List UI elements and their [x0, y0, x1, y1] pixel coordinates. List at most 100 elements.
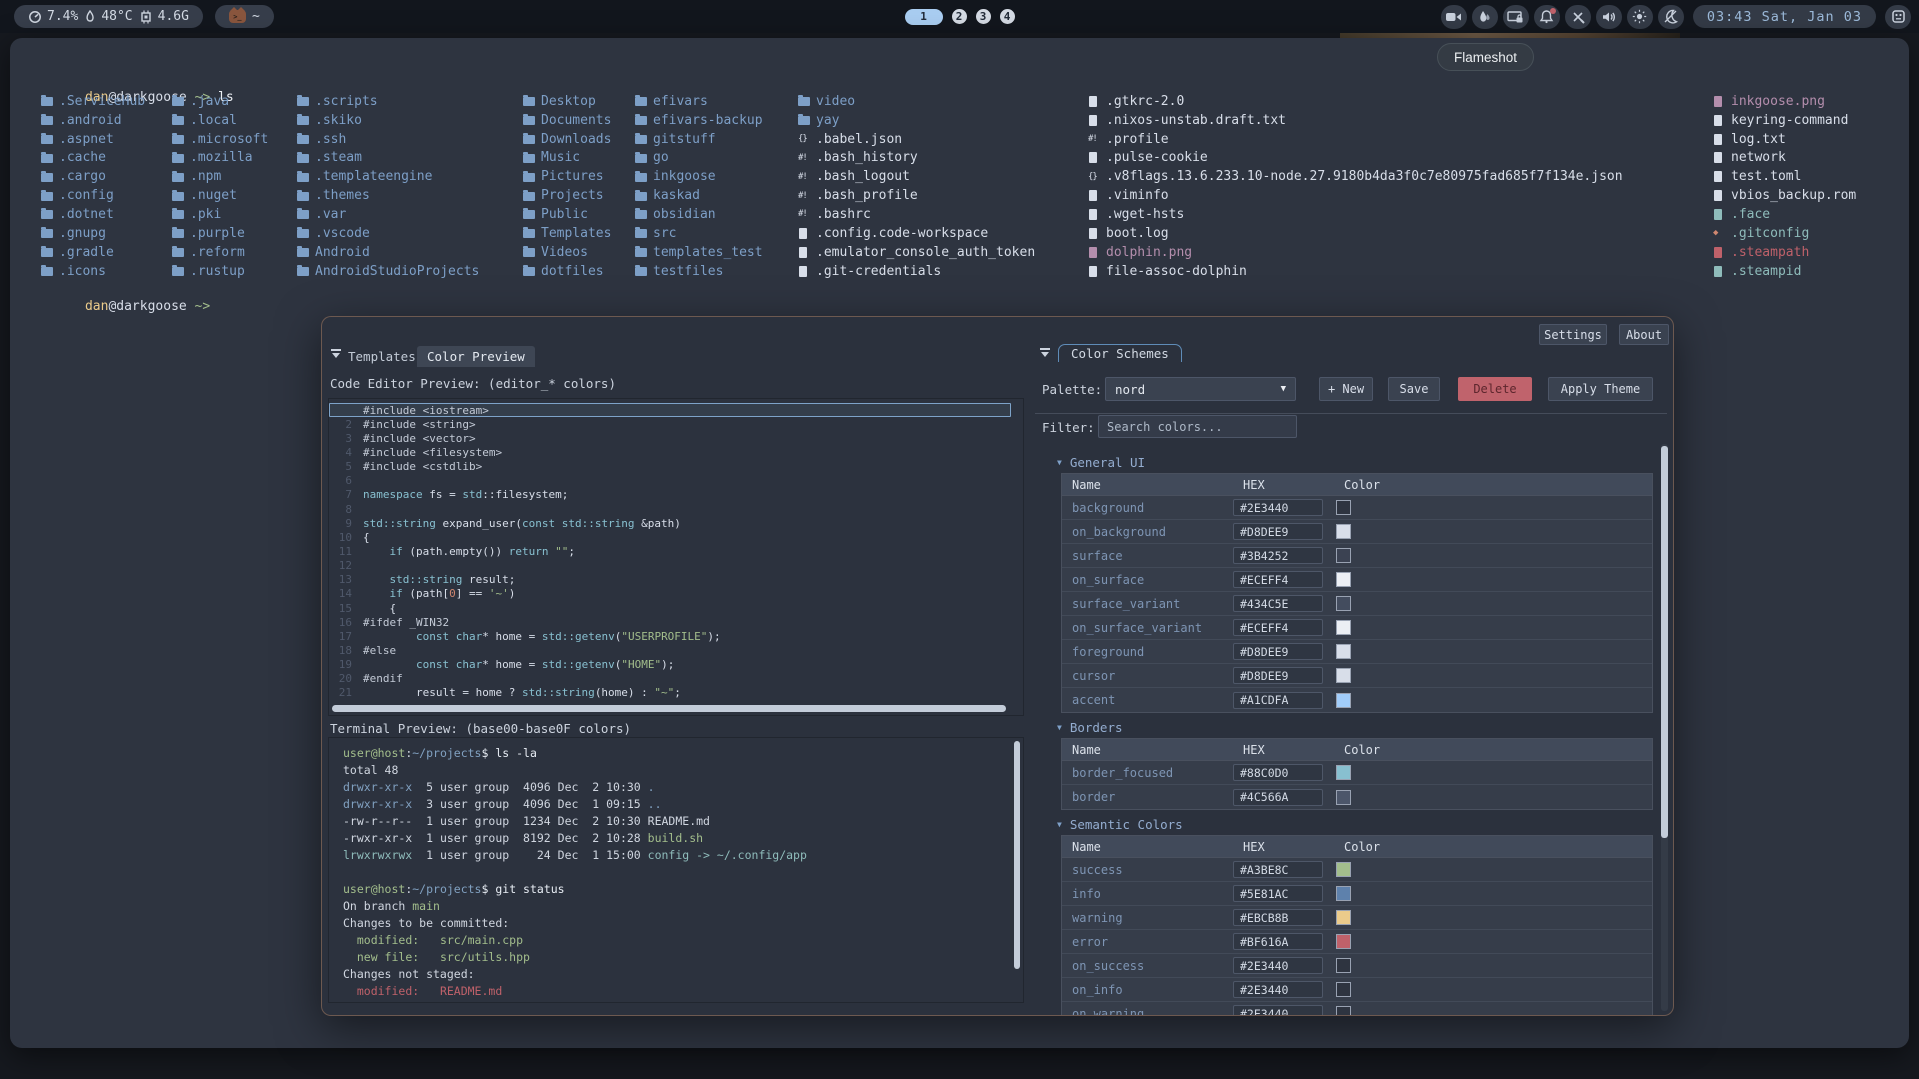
hex-value-field[interactable]: #A3BE8C	[1233, 861, 1323, 878]
folder-icon	[635, 135, 647, 144]
save-button[interactable]: Save	[1388, 377, 1440, 401]
line-number: 15	[329, 602, 363, 615]
color-swatch[interactable]	[1336, 765, 1351, 780]
hex-value-field[interactable]: #2E3440	[1233, 499, 1323, 516]
hex-value-field[interactable]: #ECEFF4	[1233, 571, 1323, 588]
delete-button[interactable]: Delete	[1458, 377, 1532, 401]
section-title-text: Semantic Colors	[1070, 817, 1183, 832]
dir-entry: .scripts	[297, 92, 479, 111]
color-swatch[interactable]	[1336, 668, 1351, 683]
color-swatch[interactable]	[1336, 934, 1351, 949]
color-swatch[interactable]	[1336, 790, 1351, 805]
hex-value-field[interactable]: #2E3440	[1233, 1005, 1323, 1016]
color-swatch[interactable]	[1336, 862, 1351, 877]
workspace-3[interactable]: 3	[976, 9, 991, 24]
line-number: 21	[329, 686, 363, 699]
color-swatch[interactable]	[1336, 1006, 1351, 1016]
terminal-token: Changes to be committed:	[343, 916, 509, 930]
section-title[interactable]: ▼Borders	[1057, 719, 1655, 735]
dir-entry: Desktop	[523, 92, 611, 111]
color-row: border_focused#88C0D0	[1062, 761, 1652, 785]
terminal-preview[interactable]: user@host:~/projects$ ls -latotal 48drwx…	[328, 737, 1024, 1003]
color-schemes-header[interactable]: Color Schemes	[1058, 344, 1182, 362]
tray-app-icon[interactable]	[1885, 5, 1911, 29]
hex-value-field[interactable]: #5E81AC	[1233, 885, 1323, 902]
hex-value-field[interactable]: #2E3440	[1233, 957, 1323, 974]
color-swatch[interactable]	[1336, 620, 1351, 635]
night-light-icon[interactable]	[1658, 5, 1684, 29]
tab-templates[interactable]: Templates	[348, 346, 416, 367]
terminal-token: Changes not staged:	[343, 967, 475, 981]
hex-value-field[interactable]: #D8DEE9	[1233, 667, 1323, 684]
code-line: 2#include <string>	[329, 417, 1023, 431]
color-swatch[interactable]	[1336, 644, 1351, 659]
workspace-1[interactable]: 1	[905, 9, 943, 25]
scrollbar-thumb[interactable]	[1661, 446, 1668, 838]
folder-icon	[41, 173, 53, 182]
tab-color-preview[interactable]: Color Preview	[417, 346, 535, 367]
file-icon	[1089, 266, 1097, 277]
workspace-4[interactable]: 4	[1000, 9, 1015, 24]
search-colors-input[interactable]	[1098, 415, 1297, 438]
hex-value-field[interactable]: #D8DEE9	[1233, 523, 1323, 540]
chevron-down-icon: ▼	[1281, 384, 1286, 394]
pointer-disabled-icon[interactable]	[1565, 5, 1591, 29]
hex-value-field[interactable]: #3B4252	[1233, 547, 1323, 564]
code-token: std	[462, 488, 482, 501]
color-swatch[interactable]	[1336, 548, 1351, 563]
palette-dropdown[interactable]: nord ▼	[1105, 377, 1296, 401]
color-swatch[interactable]	[1336, 886, 1351, 901]
code-line: 7namespace fs = std::filesystem;	[329, 488, 1023, 502]
entry-label: .bash_profile	[816, 188, 918, 203]
color-swatch[interactable]	[1336, 500, 1351, 515]
clock[interactable]: 03:43 Sat, Jan 03	[1693, 5, 1876, 28]
scrollbar-track[interactable]	[1661, 444, 1668, 1011]
flameshot-icon[interactable]	[1472, 5, 1498, 29]
hex-value-field[interactable]: #BF616A	[1233, 933, 1323, 950]
code-token: result = home ?	[363, 686, 522, 699]
shell-module[interactable]: >_ ~	[215, 5, 274, 28]
color-swatch[interactable]	[1336, 910, 1351, 925]
code-token: ] ==	[456, 587, 489, 600]
code-token: const	[416, 630, 449, 643]
hex-value-field[interactable]: #88C0D0	[1233, 764, 1323, 781]
camera-icon[interactable]	[1441, 5, 1467, 29]
new-palette-button[interactable]: + New	[1319, 377, 1373, 401]
collapse-icon[interactable]	[1039, 348, 1051, 358]
dir-entry: templates_test	[635, 243, 763, 262]
color-swatch[interactable]	[1336, 693, 1351, 708]
editor-horizontal-scrollbar[interactable]	[332, 705, 1006, 712]
screen-lock-icon[interactable]	[1503, 5, 1529, 29]
code-editor-preview[interactable]: #include <iostream>2#include <string>3#i…	[328, 398, 1024, 716]
collapse-icon[interactable]	[330, 349, 342, 359]
hex-value-field[interactable]: #EBCB8B	[1233, 909, 1323, 926]
volume-icon[interactable]	[1596, 5, 1622, 29]
color-tables-area[interactable]: ▼General UINameHEXColorbackground#2E3440…	[1035, 444, 1655, 1016]
hex-value-field[interactable]: #434C5E	[1233, 595, 1323, 612]
color-swatch[interactable]	[1336, 572, 1351, 587]
code-token	[363, 573, 390, 586]
color-swatch[interactable]	[1336, 524, 1351, 539]
brightness-icon[interactable]	[1627, 5, 1653, 29]
hex-value-field[interactable]: #2E3440	[1233, 981, 1323, 998]
section-title[interactable]: ▼Semantic Colors	[1057, 816, 1655, 832]
terminal-vertical-scrollbar[interactable]	[1014, 741, 1020, 969]
section-title[interactable]: ▼General UI	[1057, 454, 1655, 470]
color-swatch[interactable]	[1336, 596, 1351, 611]
terminal-line: new file: src/utils.hpp	[343, 948, 1023, 965]
hex-value-field[interactable]: #4C566A	[1233, 789, 1323, 806]
folder-icon	[172, 173, 184, 182]
code-token: ::filesystem;	[482, 488, 568, 501]
color-swatch[interactable]	[1336, 958, 1351, 973]
about-button[interactable]: About	[1619, 324, 1669, 345]
apply-theme-button[interactable]: Apply Theme	[1548, 377, 1653, 401]
workspace-2[interactable]: 2	[952, 9, 967, 24]
hex-value-field[interactable]: #D8DEE9	[1233, 643, 1323, 660]
notifications-icon[interactable]	[1534, 5, 1560, 29]
hex-value-field[interactable]: #A1CDFA	[1233, 692, 1323, 709]
line-number: 16	[329, 616, 363, 629]
hex-value-field[interactable]: #ECEFF4	[1233, 619, 1323, 636]
settings-button[interactable]: Settings	[1539, 324, 1607, 345]
color-swatch[interactable]	[1336, 982, 1351, 997]
system-stats-module[interactable]: 7.4% 48°C 4.6G	[14, 5, 203, 28]
